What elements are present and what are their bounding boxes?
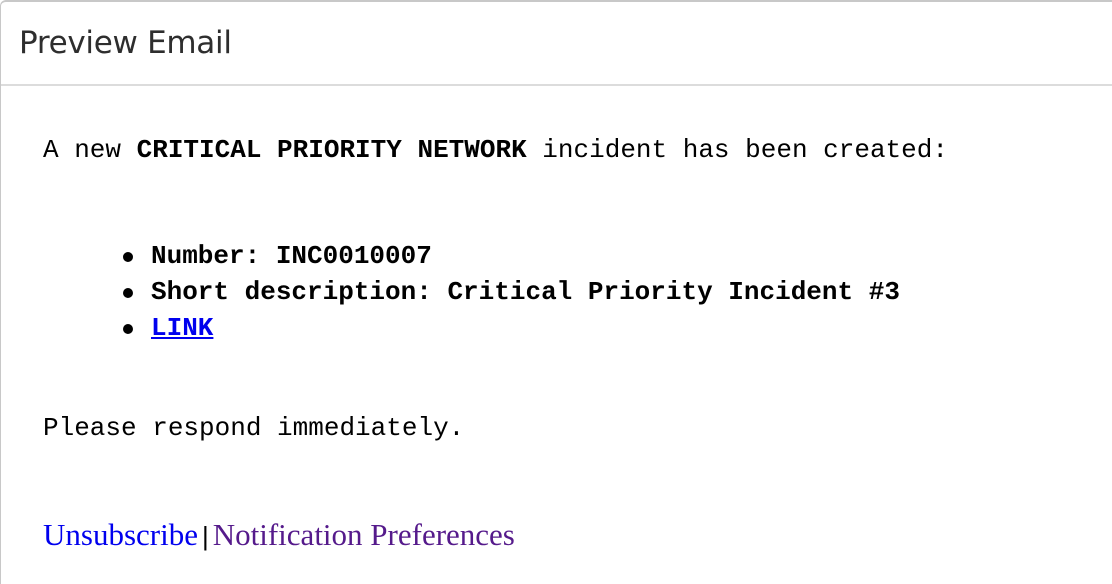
incident-number: Number: INC0010007 — [151, 241, 432, 271]
unsubscribe-link[interactable]: Unsubscribe — [43, 517, 198, 552]
dialog-title: Preview Email — [19, 25, 232, 61]
bullet-icon — [123, 252, 133, 262]
bullet-icon — [123, 324, 133, 334]
bullet-icon — [123, 288, 133, 298]
intro-priority-category: CRITICAL PRIORITY NETWORK — [136, 135, 527, 165]
list-item-number: Number: INC0010007 — [123, 238, 900, 274]
closing-text: Please respond immediately. — [43, 413, 465, 443]
email-intro: A new CRITICAL PRIORITY NETWORK incident… — [43, 135, 948, 165]
incident-link[interactable]: LINK — [151, 313, 213, 343]
intro-suffix: incident has been created: — [526, 135, 948, 165]
incident-short-description: Short description: Critical Priority Inc… — [151, 277, 900, 307]
intro-prefix: A new — [43, 135, 137, 165]
notification-preferences-link[interactable]: Notification Preferences — [213, 517, 515, 552]
footer-links: Unsubscribe | Notification Preferences — [43, 517, 515, 553]
footer-separator: | — [201, 521, 209, 551]
dialog-header: Preview Email — [1, 2, 1112, 86]
incident-details-list: Number: INC0010007 Short description: Cr… — [43, 238, 900, 346]
list-item-link: LINK — [123, 310, 900, 346]
preview-email-dialog: Preview Email A new CRITICAL PRIORITY NE… — [0, 0, 1112, 584]
list-item-short-description: Short description: Critical Priority Inc… — [123, 274, 900, 310]
